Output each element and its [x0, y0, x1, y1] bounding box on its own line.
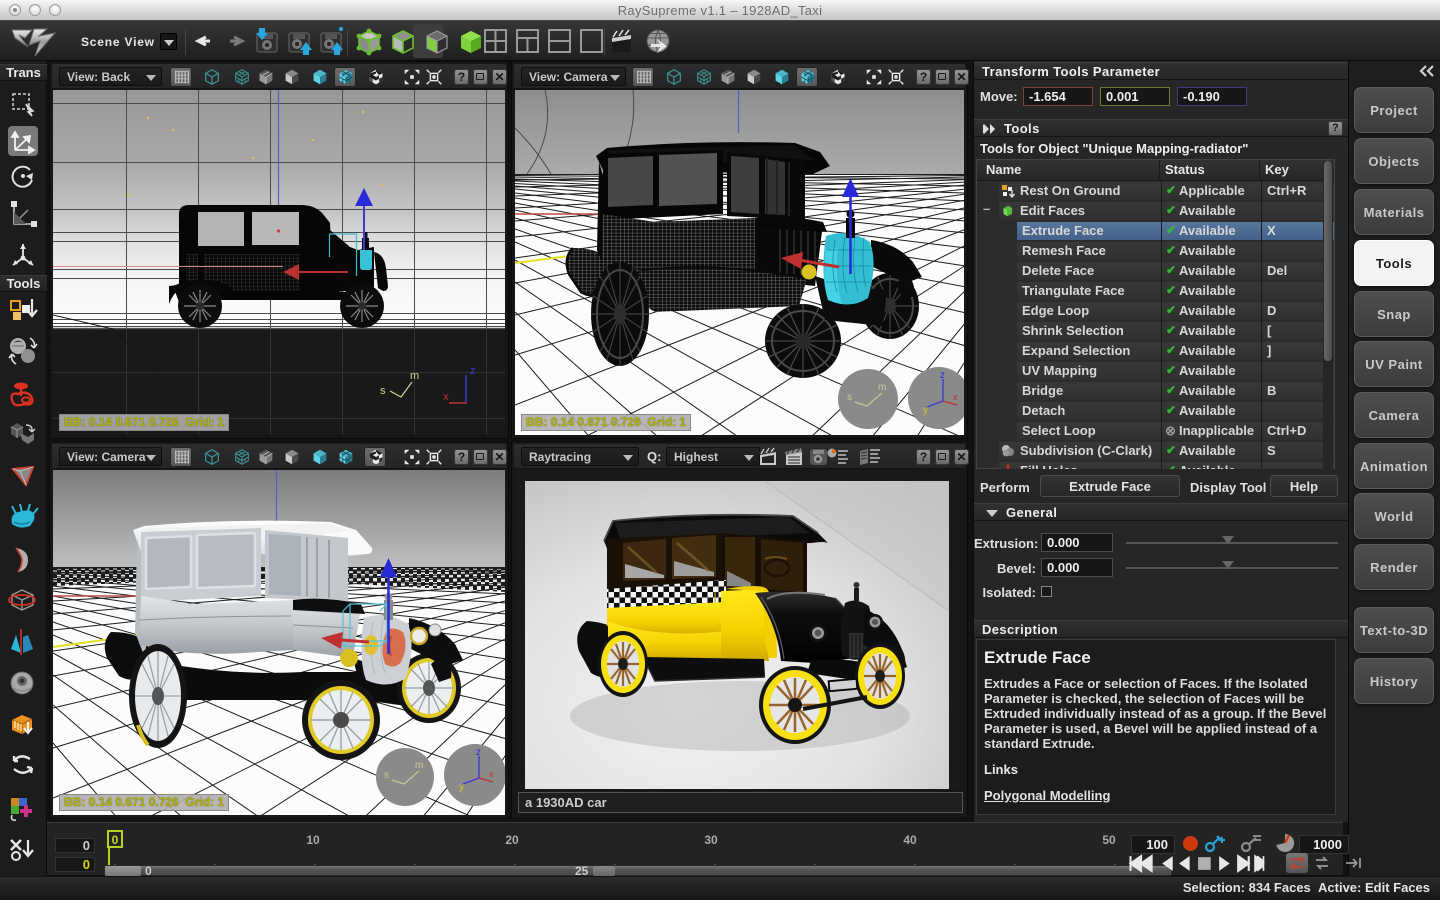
svg-text:y: y	[459, 782, 464, 793]
svg-text:z: z	[476, 747, 481, 758]
svg-text:z: z	[470, 365, 476, 377]
svg-text:x: x	[489, 769, 494, 779]
svg-text:m: m	[415, 760, 423, 771]
svg-text:y: y	[923, 405, 928, 416]
svg-text:s: s	[380, 385, 386, 397]
svg-text:m: m	[878, 382, 886, 393]
svg-text:20: 20	[505, 833, 519, 847]
svg-text:10: 10	[306, 833, 320, 847]
svg-text:50: 50	[1102, 833, 1116, 847]
svg-text:s: s	[847, 392, 852, 403]
svg-text:x: x	[953, 392, 958, 402]
svg-text:40: 40	[903, 833, 917, 847]
svg-text:30: 30	[704, 833, 718, 847]
svg-text:z: z	[940, 370, 945, 381]
svg-text:x: x	[443, 391, 449, 403]
svg-text:m: m	[410, 370, 419, 382]
svg-text:s: s	[384, 770, 389, 781]
svg-text:0: 0	[112, 833, 119, 847]
